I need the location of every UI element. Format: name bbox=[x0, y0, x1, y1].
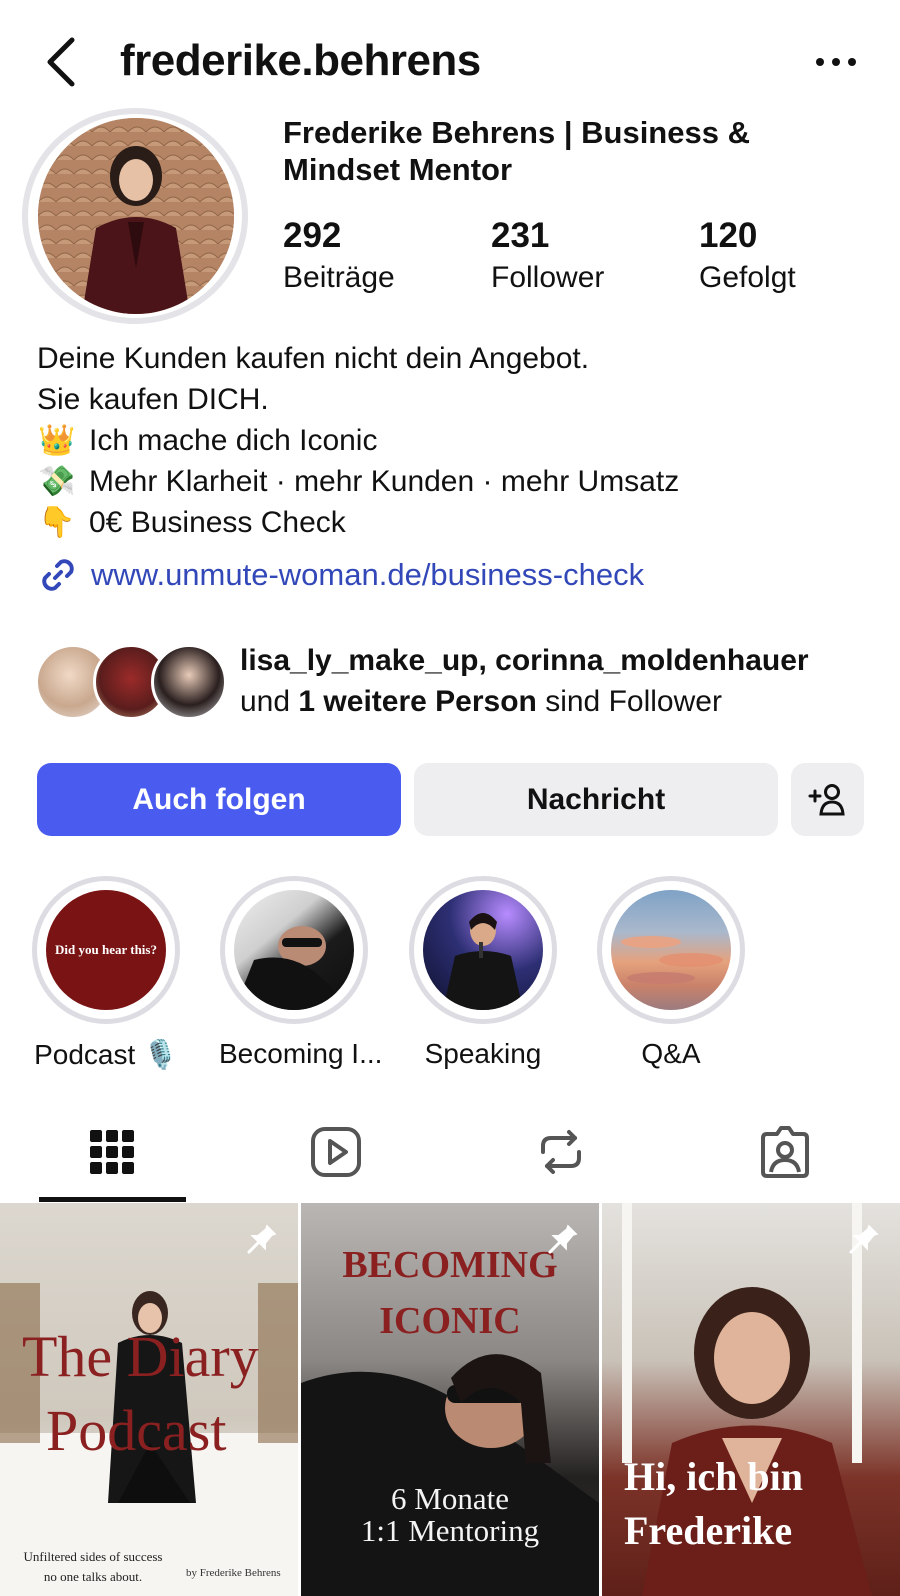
profile-avatar-ring[interactable] bbox=[22, 108, 248, 324]
post-title-line: ICONIC bbox=[379, 1300, 521, 1342]
highlight-podcast[interactable]: Did you hear this? Podcast 🎙️ bbox=[31, 876, 181, 1071]
post-title-line: Podcast bbox=[46, 1398, 227, 1463]
reels-tab-icon[interactable] bbox=[306, 1122, 366, 1182]
highlight-label: Speaking bbox=[424, 1038, 542, 1069]
highlight-ring bbox=[220, 876, 368, 1024]
stat-posts-count: 292 bbox=[283, 216, 342, 255]
more-options-icon[interactable] bbox=[814, 44, 858, 80]
profile-tabs bbox=[0, 1108, 900, 1204]
post-thumbnail[interactable]: The Diary Podcast Unfiltered sides of su… bbox=[0, 1203, 298, 1596]
grid-tab-icon[interactable] bbox=[82, 1122, 142, 1182]
bio-text: Mehr Klarheit · mehr Kunden · mehr Umsat… bbox=[89, 465, 680, 498]
add-person-icon bbox=[808, 783, 845, 815]
post-subtitle-line: 6 Monate bbox=[391, 1481, 509, 1516]
suggested-users-button[interactable] bbox=[791, 763, 864, 836]
followed-by-prefix: und bbox=[240, 685, 291, 718]
active-tab-indicator bbox=[39, 1197, 186, 1202]
crown-emoji-icon: 👑 bbox=[38, 423, 76, 457]
stat-posts-label: Beiträge bbox=[283, 261, 395, 294]
stat-followers[interactable]: 231 Follower bbox=[491, 216, 604, 298]
pointing-down-emoji-icon: 👇 bbox=[38, 505, 76, 539]
highlight-label: Q&A bbox=[641, 1038, 701, 1069]
profile-header: frederike.behrens bbox=[0, 0, 900, 112]
highlight-label: Podcast 🎙️ bbox=[34, 1039, 178, 1070]
follower-avatar bbox=[151, 644, 227, 720]
follow-back-button[interactable]: Auch folgen bbox=[37, 763, 401, 836]
highlight-cover bbox=[423, 890, 543, 1010]
highlight-becoming-iconic[interactable]: Becoming I... bbox=[219, 876, 383, 1070]
post-title-line: Frederike bbox=[624, 1508, 793, 1553]
bio-text: Sie kaufen DICH. bbox=[37, 383, 269, 416]
tagged-tab-icon[interactable] bbox=[755, 1122, 815, 1182]
bio-text: Deine Kunden kaufen nicht dein Angebot. bbox=[37, 342, 590, 375]
message-button[interactable]: Nachricht bbox=[414, 763, 778, 836]
post-footer-right: by Frederike Behrens bbox=[186, 1567, 281, 1579]
highlight-ring bbox=[597, 876, 745, 1024]
money-wings-emoji-icon: 💸 bbox=[38, 464, 76, 498]
bio-line: 👑 Ich mache dich Iconic bbox=[37, 420, 877, 461]
profile-link[interactable]: www.unmute-woman.de/business-check bbox=[91, 557, 644, 593]
back-arrow-icon[interactable] bbox=[40, 36, 84, 88]
stat-followers-label: Follower bbox=[491, 261, 605, 294]
follower-names: lisa_ly_make_up, corinna_moldenhauer bbox=[240, 644, 809, 677]
post-thumbnail[interactable]: BECOMING ICONIC 6 Monate 1:1 Mentoring bbox=[301, 1203, 599, 1596]
followed-by[interactable]: lisa_ly_make_up, corinna_moldenhauer und… bbox=[35, 640, 885, 720]
pin-icon bbox=[548, 1224, 578, 1254]
stat-following-label: Gefolgt bbox=[699, 261, 796, 294]
post-footer-left: Unfiltered sides of success no one talks… bbox=[8, 1547, 178, 1587]
post-footer-line: Unfiltered sides of success bbox=[23, 1549, 163, 1564]
post-footer-line: no one talks about. bbox=[43, 1569, 143, 1584]
stat-following[interactable]: 120 Gefolgt bbox=[699, 216, 796, 298]
post-title-line: Hi, ich bin bbox=[624, 1454, 803, 1499]
post-thumbnail[interactable]: Hi, ich bin Frederike bbox=[602, 1203, 900, 1596]
profile-display-name: Frederike Behrens | Business & Mindset M… bbox=[283, 115, 750, 187]
highlight-cover-text: Did you hear this? bbox=[55, 942, 157, 957]
pin-icon bbox=[247, 1224, 277, 1254]
highlight-cover bbox=[234, 890, 354, 1010]
stat-following-count: 120 bbox=[699, 216, 758, 255]
pin-icon bbox=[849, 1224, 879, 1254]
followed-by-suffix: sind Follower bbox=[545, 685, 722, 718]
posts-grid: The Diary Podcast Unfiltered sides of su… bbox=[0, 1203, 900, 1596]
post-title-line: The Diary bbox=[22, 1324, 259, 1389]
highlight-speaking[interactable]: Speaking bbox=[408, 876, 558, 1070]
stat-posts[interactable]: 292 Beiträge bbox=[283, 216, 395, 298]
profile-bio: Deine Kunden kaufen nicht dein Angebot. … bbox=[37, 338, 877, 543]
highlight-cover: Did you hear this? bbox=[46, 890, 166, 1010]
bio-line: 👇 0€ Business Check bbox=[37, 502, 877, 543]
highlight-ring bbox=[409, 876, 557, 1024]
bio-text: Ich mache dich Iconic bbox=[89, 424, 378, 457]
stat-followers-count: 231 bbox=[491, 216, 550, 255]
link-icon bbox=[42, 559, 74, 591]
highlight-ring: Did you hear this? bbox=[32, 876, 180, 1024]
page-title: frederike.behrens bbox=[120, 36, 481, 85]
followed-by-more: 1 weitere Person bbox=[298, 685, 537, 718]
bio-line: 💸 Mehr Klarheit · mehr Kunden · mehr Umsa… bbox=[37, 461, 877, 502]
profile-link-row[interactable]: www.unmute-woman.de/business-check bbox=[37, 554, 644, 596]
post-subtitle-line: 1:1 Mentoring bbox=[360, 1513, 540, 1548]
highlight-cover bbox=[611, 890, 731, 1010]
bio-line: Deine Kunden kaufen nicht dein Angebot. bbox=[37, 338, 877, 379]
avatar bbox=[38, 118, 234, 314]
followed-by-text: lisa_ly_make_up, corinna_moldenhauer und… bbox=[240, 640, 880, 722]
highlight-qa[interactable]: Q&A bbox=[596, 876, 746, 1070]
reposts-tab-icon[interactable] bbox=[531, 1122, 591, 1182]
bio-text: 0€ Business Check bbox=[89, 506, 346, 539]
highlight-label: Becoming I... bbox=[219, 1038, 383, 1069]
bio-line: Sie kaufen DICH. bbox=[37, 379, 877, 420]
